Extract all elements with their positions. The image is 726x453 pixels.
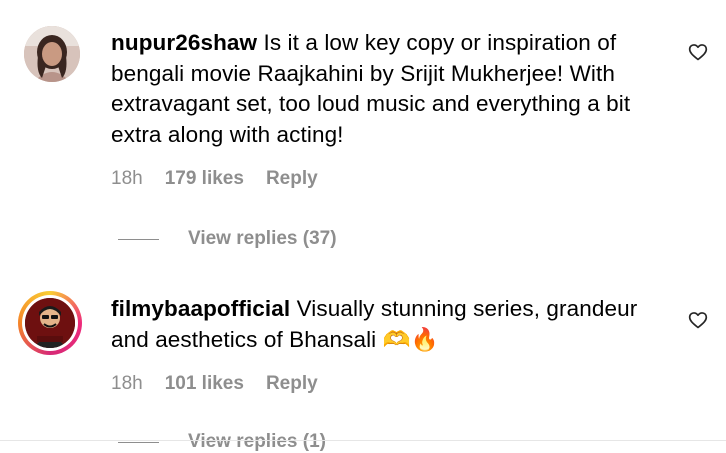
- avatar[interactable]: [24, 26, 80, 82]
- bottom-divider: [0, 440, 726, 441]
- heart-icon[interactable]: [688, 42, 708, 62]
- replies-divider-line: [118, 238, 159, 240]
- comment-body: filmybaapofficial Visually stunning seri…: [111, 294, 671, 355]
- view-replies-button[interactable]: View replies (37): [118, 228, 337, 250]
- comment-time: 18h: [111, 168, 143, 189]
- replies-divider-line: [118, 441, 159, 443]
- avatar-image: [24, 26, 80, 82]
- avatar-image: [25, 298, 75, 348]
- avatar-ring-gap: [22, 295, 78, 351]
- reply-button[interactable]: Reply: [266, 373, 318, 395]
- comment-likes[interactable]: 101 likes: [165, 373, 244, 395]
- comment-likes[interactable]: 179 likes: [165, 168, 244, 190]
- comment-username[interactable]: filmybaapofficial: [111, 296, 290, 321]
- view-replies-label: View replies (37): [188, 228, 337, 249]
- heart-icon[interactable]: [688, 310, 708, 330]
- reply-button[interactable]: Reply: [266, 168, 318, 190]
- comment-body: nupur26shaw Is it a low key copy or insp…: [111, 28, 671, 150]
- avatar-illustration: [25, 298, 75, 348]
- comment-meta: 18h 179 likes Reply: [111, 168, 340, 190]
- comment-time: 18h: [111, 373, 143, 394]
- avatar[interactable]: [18, 291, 82, 355]
- comment-username[interactable]: nupur26shaw: [111, 30, 257, 55]
- comment-meta: 18h 101 likes Reply: [111, 373, 340, 395]
